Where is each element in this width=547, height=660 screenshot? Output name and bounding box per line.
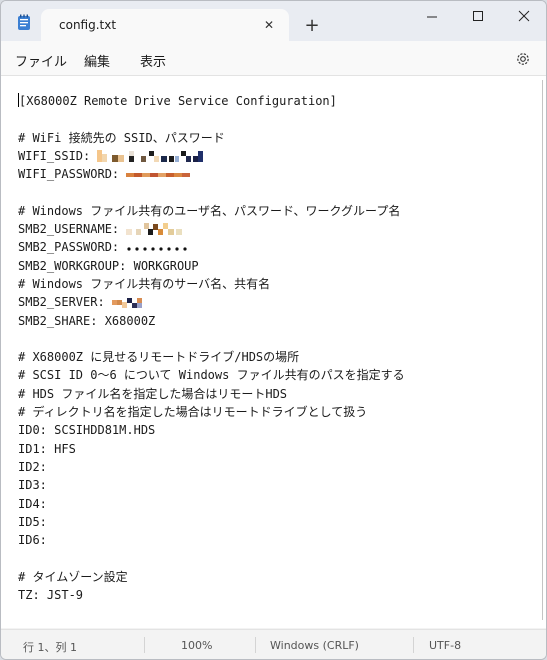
title-bar[interactable]: config.txt ✕ + (1, 1, 546, 41)
notepad-window: config.txt ✕ + ファイル 編集 表示 [X68000Z Remot… (0, 0, 547, 660)
redacted-ssid (97, 149, 204, 162)
status-divider (413, 637, 414, 653)
status-divider (144, 637, 145, 653)
editor-line: # Windows ファイル共有のサーバ名、共有名 (18, 276, 271, 291)
editor-line: WIFI_PASSWORD: (18, 165, 528, 183)
editor-line: ID1: HFS (18, 441, 76, 456)
editor-line: ID4: (18, 496, 47, 511)
editor-line: ID5: (18, 514, 47, 529)
zoom-level[interactable]: 100% (181, 639, 212, 652)
notepad-icon (18, 14, 30, 30)
encoding[interactable]: UTF-8 (429, 639, 461, 652)
menu-view[interactable]: 表示 (140, 51, 166, 70)
editor-line: ID2: (18, 459, 47, 474)
editor-line: SMB2_SHARE: X68000Z (18, 313, 156, 328)
menu-edit[interactable]: 編集 (84, 51, 110, 70)
editor-line: WIFI_SSID: (18, 147, 528, 165)
tab-config[interactable]: config.txt ✕ (41, 9, 289, 41)
redacted-username (126, 223, 183, 236)
menu-bar: ファイル 編集 表示 (1, 41, 546, 76)
editor-line: # WiFi 接続先の SSID、パスワード (18, 130, 225, 145)
editor-line: SMB2_SERVER: (18, 293, 528, 311)
status-divider (255, 637, 256, 653)
vertical-scrollbar[interactable] (541, 76, 544, 628)
status-bar: 行 1、列 1 100% Windows (CRLF) UTF-8 (1, 629, 546, 659)
editor-line: SMB2_PASSWORD: (18, 238, 528, 256)
editor-line: # HDS ファイル名を指定した場合はリモートHDS (18, 386, 288, 401)
minimize-icon[interactable] (409, 1, 455, 33)
editor-line: SMB2_USERNAME: (18, 220, 528, 238)
editor-line: SMB2_WORKGROUP: WORKGROUP (18, 258, 199, 273)
editor-line: # タイムゾーン設定 (18, 569, 128, 584)
redacted-server (111, 298, 142, 309)
editor-line: ID3: (18, 478, 47, 493)
text-editor[interactable]: [X68000Z Remote Drive Service Configurat… (1, 76, 546, 628)
new-tab-button[interactable]: + (301, 15, 323, 37)
editor-line: # ディレクトリ名を指定した場合はリモートドライブとして扱う (18, 405, 368, 420)
maximize-icon[interactable] (455, 1, 501, 33)
editor-line: ID0: SCSIHDD81M.HDS (18, 423, 156, 438)
editor-line: ID6: (18, 533, 47, 548)
redacted-password (126, 173, 191, 178)
line-ending[interactable]: Windows (CRLF) (270, 639, 359, 652)
editor-content[interactable]: [X68000Z Remote Drive Service Configurat… (18, 92, 528, 604)
menu-file[interactable]: ファイル (15, 51, 67, 70)
cursor-position[interactable]: 行 1、列 1 (23, 639, 77, 655)
masked-password (127, 247, 187, 251)
editor-line: TZ: JST-9 (18, 588, 84, 603)
editor-line: [X68000Z Remote Drive Service Configurat… (18, 93, 337, 108)
close-icon[interactable] (501, 1, 547, 33)
tab-title: config.txt (59, 18, 117, 32)
editor-line: # SCSI ID 0～6 について Windows ファイル共有のパスを指定す… (18, 368, 405, 383)
tab-close-icon[interactable]: ✕ (259, 15, 279, 35)
editor-line: # X68000Z に見せるリモートドライブ/HDSの場所 (18, 350, 300, 365)
editor-line: # Windows ファイル共有のユーザ名、パスワード、ワークグループ名 (18, 203, 401, 218)
gear-icon[interactable] (514, 50, 532, 68)
